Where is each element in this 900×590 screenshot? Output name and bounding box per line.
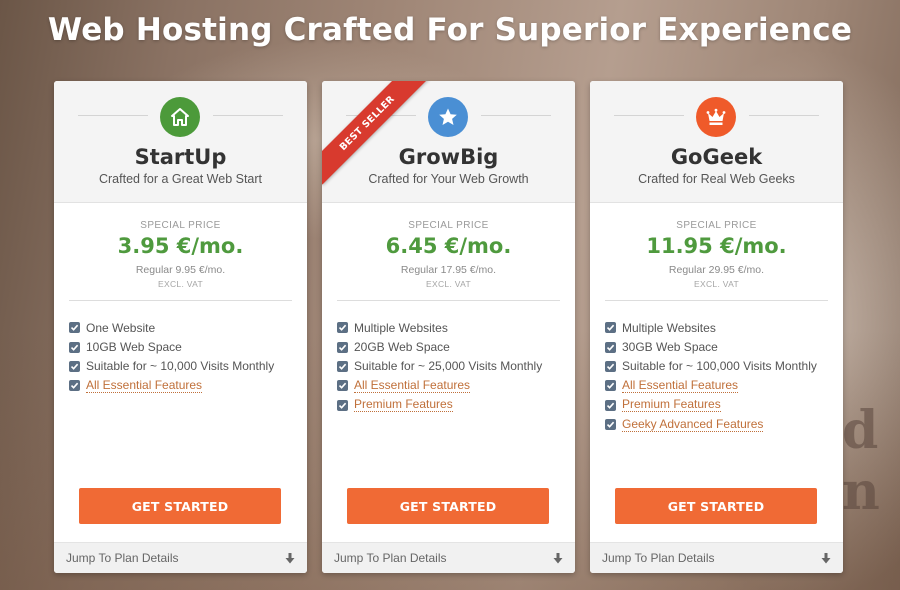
vat-note: EXCL. VAT [694, 279, 739, 289]
divider-line [749, 115, 819, 116]
feature-text: Multiple Websites [622, 320, 716, 335]
special-price-label: SPECIAL PRICE [676, 220, 757, 231]
feature-item: Suitable for ~ 100,000 Visits Monthly [605, 357, 817, 376]
feature-text: Suitable for ~ 10,000 Visits Monthly [86, 359, 275, 374]
feature-item: 10GB Web Space [69, 337, 274, 356]
feature-link[interactable]: Geeky Advanced Features [622, 417, 764, 432]
regular-price: Regular 9.95 €/mo. [135, 264, 226, 276]
feature-text: Multiple Websites [354, 320, 448, 335]
checkbox-icon [337, 380, 348, 392]
feature-text: Suitable for ~ 25,000 Visits Monthly [354, 359, 543, 374]
page-title: Web Hosting Crafted For Superior Experie… [47, 12, 853, 48]
divider-line [78, 115, 148, 116]
feature-text: One Website [86, 320, 156, 335]
plan-tagline: Crafted for a Great Web Start [98, 172, 263, 186]
checkbox-icon [69, 360, 80, 372]
feature-item: All Essential Features [337, 376, 542, 395]
background-letters: d n [842, 400, 882, 522]
arrow-down-icon [285, 552, 295, 564]
feature-text: 10GB Web Space [86, 340, 182, 355]
plan-name: GoGeek [670, 145, 763, 169]
regular-price: Regular 29.95 €/mo. [668, 264, 765, 276]
arrow-down-icon [553, 552, 563, 564]
checkbox-icon [337, 399, 348, 411]
checkbox-icon [337, 341, 348, 353]
feature-link[interactable]: Premium Features [622, 398, 721, 413]
jump-to-plan-details[interactable]: Jump To Plan Details [322, 542, 575, 573]
plan-price: 3.95 €/mo. [117, 234, 244, 258]
checkbox-icon [605, 322, 616, 334]
feature-item: 30GB Web Space [605, 337, 817, 356]
checkbox-icon [605, 360, 616, 372]
feature-item: Premium Features [337, 396, 542, 415]
checkbox-icon [69, 341, 80, 353]
feature-link[interactable]: Premium Features [354, 398, 453, 413]
divider [605, 300, 828, 301]
feature-text: Suitable for ~ 100,000 Visits Monthly [622, 359, 817, 374]
plan-card-gogeek: GoGeek Crafted for Real Web Geeks SPECIA… [590, 81, 843, 573]
checkbox-icon [69, 322, 80, 334]
plan-card-growbig: GrowBig Crafted for Your Web Growth BEST… [322, 81, 575, 573]
checkbox-icon [605, 419, 616, 431]
feature-link[interactable]: All Essential Features [354, 378, 471, 393]
plan-name: StartUp [134, 145, 227, 169]
checkbox-icon [69, 380, 80, 392]
divider-line [481, 115, 551, 116]
plan-price: 11.95 €/mo. [646, 234, 787, 258]
feature-item: 20GB Web Space [337, 337, 542, 356]
checkbox-icon [337, 360, 348, 372]
jump-to-plan-details[interactable]: Jump To Plan Details [54, 542, 307, 573]
plan-tagline: Crafted for Real Web Geeks [638, 172, 795, 186]
divider [69, 300, 292, 301]
crown-icon [696, 97, 736, 137]
plan-price: 6.45 €/mo. [385, 234, 512, 258]
feature-item: Geeky Advanced Features [605, 415, 817, 434]
feature-item: Multiple Websites [605, 318, 817, 337]
special-price-label: SPECIAL PRICE [140, 220, 221, 231]
feature-item: Suitable for ~ 25,000 Visits Monthly [337, 357, 542, 376]
vat-note: EXCL. VAT [426, 279, 471, 289]
feature-list: Multiple Websites 20GB Web Space Suitabl… [337, 318, 542, 415]
plan-header: StartUp Crafted for a Great Web Start [54, 81, 307, 203]
plan-header: GoGeek Crafted for Real Web Geeks [590, 81, 843, 203]
feature-text: 20GB Web Space [354, 340, 450, 355]
feature-item: Multiple Websites [337, 318, 542, 337]
special-price-label: SPECIAL PRICE [408, 220, 489, 231]
checkbox-icon [337, 322, 348, 334]
checkbox-icon [605, 341, 616, 353]
get-started-button[interactable]: GET STARTED [347, 488, 549, 524]
divider-line [213, 115, 283, 116]
plan-card-startup: StartUp Crafted for a Great Web Start SP… [54, 81, 307, 573]
feature-link[interactable]: All Essential Features [86, 378, 203, 393]
jump-label: Jump To Plan Details [334, 551, 447, 565]
jump-label: Jump To Plan Details [66, 551, 179, 565]
feature-item: Premium Features [605, 396, 817, 415]
regular-price: Regular 17.95 €/mo. [400, 264, 497, 276]
checkbox-icon [605, 380, 616, 392]
feature-item: All Essential Features [69, 376, 274, 395]
jump-to-plan-details[interactable]: Jump To Plan Details [590, 542, 843, 573]
arrow-down-icon [821, 552, 831, 564]
feature-item: All Essential Features [605, 376, 817, 395]
feature-item: One Website [69, 318, 274, 337]
checkbox-icon [605, 399, 616, 411]
get-started-button[interactable]: GET STARTED [615, 488, 817, 524]
feature-link[interactable]: All Essential Features [622, 378, 739, 393]
vat-note: EXCL. VAT [158, 279, 203, 289]
best-seller-ribbon: BEST SELLER [322, 81, 432, 191]
get-started-button[interactable]: GET STARTED [79, 488, 281, 524]
house-icon [160, 97, 200, 137]
star-icon [428, 97, 468, 137]
ribbon-label: BEST SELLER [322, 81, 429, 185]
divider-line [614, 115, 684, 116]
feature-text: 30GB Web Space [622, 340, 718, 355]
divider [337, 300, 560, 301]
feature-item: Suitable for ~ 10,000 Visits Monthly [69, 357, 274, 376]
feature-list: One Website 10GB Web Space Suitable for … [69, 318, 274, 396]
feature-list: Multiple Websites 30GB Web Space Suitabl… [605, 318, 817, 434]
jump-label: Jump To Plan Details [602, 551, 715, 565]
